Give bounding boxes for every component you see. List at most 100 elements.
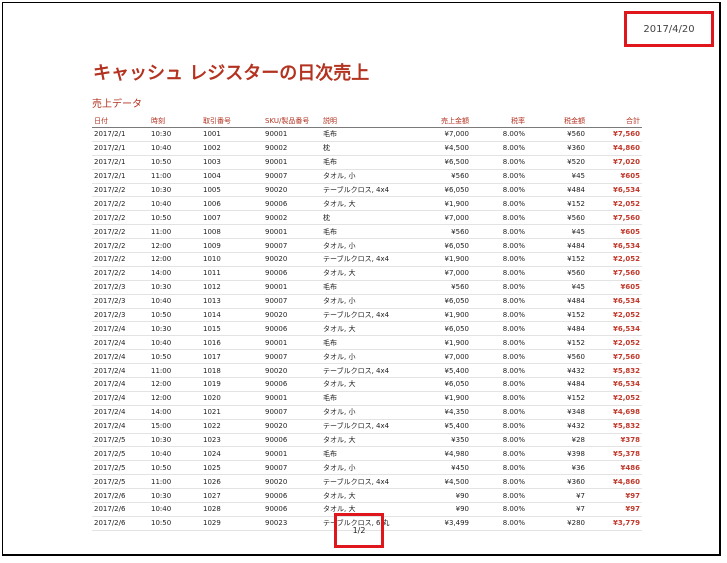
column-header-sales-amount: 売上金額 (407, 115, 471, 128)
cell-tax-rate: 8.00% (471, 460, 527, 476)
cell-sku: 90007 (263, 460, 321, 476)
cell-tax-amount: ¥348 (527, 405, 587, 420)
table-row: 2017/2/3 10:40 1013 90007 タオル, 小 ¥6,050 8.00% ¥… (92, 294, 642, 309)
cell-sales-amount: ¥4,500 (407, 474, 471, 490)
cell-date: 2017/2/4 (92, 405, 149, 420)
cell-date: 2017/2/3 (92, 308, 149, 323)
cell-time: 12:00 (149, 391, 201, 406)
cell-date: 2017/2/1 (92, 155, 149, 170)
cell-description: タオル, 小 (321, 349, 407, 365)
cell-tax-rate: 8.00% (471, 308, 527, 323)
cell-time: 10:50 (149, 155, 201, 170)
cell-total: ¥97 (587, 488, 642, 504)
cell-description: 枕 (321, 141, 407, 156)
cell-total: ¥2,052 (587, 252, 642, 267)
cell-sku: 90006 (263, 196, 321, 212)
table-row: 2017/2/5 11:00 1026 90020 テーブルクロス, 4x4 ¥4,500… (92, 474, 642, 490)
cell-tax-amount: ¥45 (527, 224, 587, 240)
cell-sales-amount: ¥450 (407, 460, 471, 476)
cell-total: ¥7,020 (587, 155, 642, 170)
cell-time: 10:30 (149, 433, 201, 448)
cell-tax-rate: 8.00% (471, 183, 527, 198)
cell-transaction-no: 1025 (201, 460, 263, 476)
cell-sku: 90020 (263, 183, 321, 198)
cell-sku: 90001 (263, 280, 321, 295)
cell-total: ¥7,560 (587, 127, 642, 142)
cell-transaction-no: 1019 (201, 377, 263, 392)
cell-transaction-no: 1021 (201, 405, 263, 420)
cell-transaction-no: 1014 (201, 308, 263, 323)
cell-sku: 90006 (263, 321, 321, 337)
cell-date: 2017/2/6 (92, 488, 149, 504)
cell-tax-rate: 8.00% (471, 446, 527, 462)
cell-description: テーブルクロス, 4x4 (321, 183, 407, 198)
table-row: 2017/2/3 10:30 1012 90001 毛布 ¥560 8.00% ¥45 ¥605 (92, 280, 642, 295)
cell-sku: 90023 (263, 516, 321, 531)
cell-time: 12:00 (149, 252, 201, 267)
cell-tax-amount: ¥484 (527, 294, 587, 309)
cell-sales-amount: ¥6,050 (407, 294, 471, 309)
cell-transaction-no: 1027 (201, 488, 263, 504)
table-row: 2017/2/1 10:40 1002 90002 枕 ¥4,500 8.00% ¥360 ¥4… (92, 141, 642, 156)
cell-time: 10:50 (149, 516, 201, 531)
cell-sales-amount: ¥6,500 (407, 155, 471, 170)
cell-tax-rate: 8.00% (471, 419, 527, 434)
table-row: 2017/2/4 11:00 1018 90020 テーブルクロス, 4x4 ¥5,400… (92, 363, 642, 379)
table-row: 2017/2/1 11:00 1004 90007 タオル, 小 ¥560 8.00% ¥45… (92, 169, 642, 184)
cell-sku: 90020 (263, 308, 321, 323)
cell-time: 14:00 (149, 266, 201, 281)
cell-sales-amount: ¥560 (407, 280, 471, 295)
cell-description: テーブルクロス, 4x4 (321, 474, 407, 490)
cell-tax-amount: ¥484 (527, 238, 587, 254)
cell-total: ¥605 (587, 224, 642, 240)
cell-transaction-no: 1012 (201, 280, 263, 295)
cell-description: タオル, 大 (321, 196, 407, 212)
cell-tax-rate: 8.00% (471, 196, 527, 212)
cell-date: 2017/2/2 (92, 210, 149, 226)
cell-date: 2017/2/5 (92, 446, 149, 462)
table-row: 2017/2/4 15:00 1022 90020 テーブルクロス, 4x4 ¥5,400… (92, 419, 642, 434)
table-row: 2017/2/2 14:00 1011 90006 タオル, 大 ¥7,000 8.00% ¥… (92, 266, 642, 281)
report-subtitle: 売上データ (92, 99, 142, 110)
cell-sales-amount: ¥90 (407, 488, 471, 504)
cell-tax-amount: ¥28 (527, 433, 587, 448)
cell-total: ¥6,534 (587, 238, 642, 254)
cell-tax-rate: 8.00% (471, 238, 527, 254)
cell-sku: 90001 (263, 446, 321, 462)
cell-total: ¥2,052 (587, 335, 642, 351)
cell-time: 10:30 (149, 127, 201, 142)
column-header-tax-rate: 税率 (471, 115, 527, 128)
cell-tax-amount: ¥360 (527, 474, 587, 490)
cell-description: タオル, 大 (321, 266, 407, 281)
cell-sales-amount: ¥560 (407, 169, 471, 184)
column-header-transaction-no: 取引番号 (201, 115, 263, 128)
cell-transaction-no: 1017 (201, 349, 263, 365)
cell-time: 10:40 (149, 502, 201, 517)
cell-total: ¥2,052 (587, 391, 642, 406)
page-number: 1/2 (352, 526, 366, 535)
cell-sales-amount: ¥3,499 (407, 516, 471, 531)
cell-description: テーブルクロス, 4x4 (321, 252, 407, 267)
cell-total: ¥378 (587, 433, 642, 448)
cell-transaction-no: 1006 (201, 196, 263, 212)
table-row: 2017/2/4 12:00 1019 90006 タオル, 大 ¥6,050 8.00% ¥… (92, 377, 642, 392)
table-row: 2017/2/2 10:50 1007 90002 枕 ¥7,000 8.00% ¥560 ¥7… (92, 210, 642, 226)
cell-tax-rate: 8.00% (471, 280, 527, 295)
cell-total: ¥486 (587, 460, 642, 476)
cell-tax-amount: ¥152 (527, 308, 587, 323)
cell-description: 毛布 (321, 224, 407, 240)
cell-sku: 90006 (263, 266, 321, 281)
cell-transaction-no: 1001 (201, 127, 263, 142)
sales-table: 日付 時刻 取引番号 SKU/製品番号 説明 売上金額 税率 税金額 合計 2017/2/1 10… (92, 115, 642, 531)
cell-description: タオル, 大 (321, 433, 407, 448)
cell-tax-rate: 8.00% (471, 127, 527, 142)
cell-tax-amount: ¥432 (527, 419, 587, 434)
cell-transaction-no: 1005 (201, 183, 263, 198)
cell-tax-rate: 8.00% (471, 294, 527, 309)
cell-sales-amount: ¥1,900 (407, 335, 471, 351)
cell-tax-amount: ¥560 (527, 210, 587, 226)
cell-date: 2017/2/2 (92, 224, 149, 240)
cell-transaction-no: 1002 (201, 141, 263, 156)
cell-sku: 90007 (263, 238, 321, 254)
cell-tax-amount: ¥152 (527, 391, 587, 406)
